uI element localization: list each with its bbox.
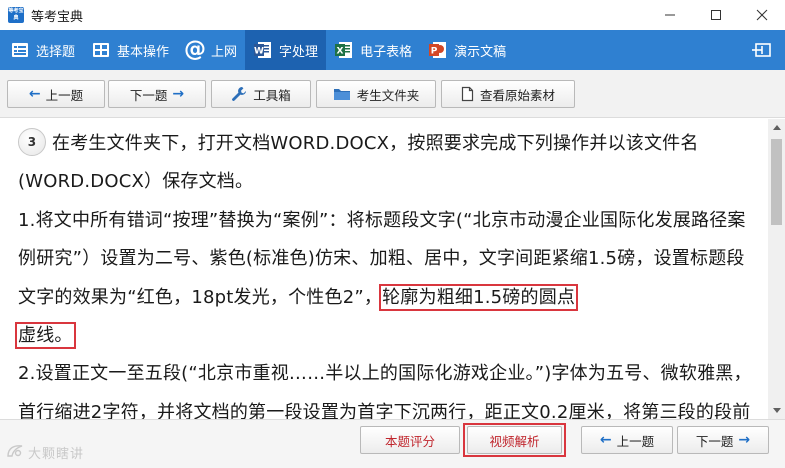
menu-item-word[interactable]: W 字处理: [245, 30, 327, 70]
document-icon: [461, 86, 474, 102]
bottom-next-button[interactable]: 下一题 →: [677, 426, 769, 454]
toolbox-label: 工具箱: [253, 87, 291, 103]
highlighted-text-2: 虚线。: [15, 322, 76, 350]
question-content: 3 在考生文件夹下，打开文档WORD.DOCX，按照要求完成下列操作并以该文件名(…: [0, 119, 768, 419]
scrollbar-thumb[interactable]: [771, 139, 782, 225]
bottom-next-label: 下一题: [695, 433, 734, 449]
arrow-right-icon: →: [738, 432, 751, 448]
view-source-button[interactable]: 查看原始素材: [441, 80, 575, 108]
highlighted-text-1: 轮廓为粗细1.5磅的圆点: [379, 283, 579, 311]
pin-button[interactable]: [751, 39, 773, 61]
watermark-text: 大颗瞎讲: [28, 447, 85, 462]
list-icon: [10, 39, 30, 61]
folder-icon: [333, 87, 351, 101]
score-button[interactable]: 本题评分: [360, 426, 460, 454]
watermark-logo-icon: [6, 444, 24, 462]
student-folder-button[interactable]: 考生文件夹: [316, 80, 436, 108]
arrow-left-icon: ←: [599, 432, 612, 448]
menu-item-label: 演示文稿: [454, 44, 507, 60]
arrow-right-icon: →: [172, 86, 185, 102]
video-analysis-button[interactable]: 视频解析: [467, 426, 562, 454]
excel-icon: X: [334, 39, 354, 61]
triangle-up-icon: [772, 125, 781, 130]
menu-item-internet[interactable]: @ 上网: [177, 30, 245, 70]
app-logo-text: 等考宝典: [8, 8, 24, 21]
menu-item-label: 选择题: [36, 44, 76, 60]
menu-item-basic[interactable]: 基本操作: [83, 30, 177, 70]
svg-text:X: X: [337, 47, 344, 57]
triangle-down-icon: [772, 408, 781, 413]
bottom-prev-label: 上一题: [616, 433, 655, 449]
wrench-icon: [231, 86, 247, 102]
word-icon: W: [253, 39, 273, 61]
question-text: 3 在考生文件夹下，打开文档WORD.DOCX，按照要求完成下列操作并以该文件名(…: [15, 125, 756, 419]
maximize-icon: [711, 10, 721, 20]
vertical-scrollbar[interactable]: [768, 119, 785, 419]
minimize-button[interactable]: [647, 0, 693, 30]
next-question-button[interactable]: 下一题 →: [108, 80, 206, 108]
video-analysis-label: 视频解析: [489, 433, 540, 449]
close-button[interactable]: [739, 0, 785, 30]
minimize-icon: [665, 14, 675, 16]
menu-item-ppt[interactable]: P 演示文稿: [420, 30, 514, 70]
prev-question-button[interactable]: ← 上一题: [7, 80, 105, 108]
student-folder-label: 考生文件夹: [356, 87, 420, 103]
grid-icon: [91, 39, 111, 61]
app-logo-icon: 等考宝典: [8, 7, 24, 23]
scroll-up-button[interactable]: [768, 119, 785, 136]
svg-text:P: P: [431, 47, 438, 57]
powerpoint-icon: P: [428, 39, 448, 61]
window-title: 等考宝典: [31, 9, 84, 25]
view-source-label: 查看原始素材: [479, 87, 555, 103]
menu-item-choice[interactable]: 选择题: [0, 30, 83, 70]
app-window: 等考宝典 等考宝典 选择题 基本操作 @ 上网 W 字处理 X 电子表格 P 演…: [0, 0, 785, 468]
toolbox-button[interactable]: 工具箱: [211, 80, 311, 108]
menu-item-excel[interactable]: X 电子表格: [326, 30, 420, 70]
title-bar: 等考宝典 等考宝典: [0, 0, 785, 30]
window-controls: [647, 0, 785, 30]
menu-item-label: 电子表格: [360, 44, 413, 60]
prev-question-label: 上一题: [45, 87, 84, 103]
bottom-bar: 大颗瞎讲 本题评分 视频解析 ← 上一题 下一题 →: [0, 419, 785, 468]
watermark: 大颗瞎讲: [6, 443, 84, 462]
scroll-down-button[interactable]: [768, 402, 785, 419]
menu-item-label: 基本操作: [117, 44, 170, 60]
question-intro: 在考生文件夹下，打开文档WORD.DOCX，按照要求完成下列操作并以该文件名(W…: [18, 133, 699, 193]
arrow-left-icon: ←: [28, 86, 41, 102]
score-label: 本题评分: [384, 433, 435, 449]
close-icon: [756, 9, 768, 21]
menu-item-label: 上网: [211, 44, 238, 60]
menu-item-label: 字处理: [279, 44, 319, 60]
menu-bar: 选择题 基本操作 @ 上网 W 字处理 X 电子表格 P 演示文稿: [0, 30, 785, 70]
bottom-prev-button[interactable]: ← 上一题: [581, 426, 673, 454]
maximize-button[interactable]: [693, 0, 739, 30]
toolbar: ← 上一题 下一题 → 工具箱 考生文件夹 查看原始素材: [0, 70, 785, 118]
at-icon: @: [184, 37, 207, 62]
svg-text:W: W: [254, 47, 264, 57]
pin-icon: [752, 43, 771, 57]
question-number-badge: 3: [18, 128, 46, 156]
question-step-2: 2.设置正文一至五段(“北京市重视……半以上的国际化游戏企业。”)字体为五号、微…: [18, 363, 752, 419]
next-question-label: 下一题: [129, 87, 168, 103]
